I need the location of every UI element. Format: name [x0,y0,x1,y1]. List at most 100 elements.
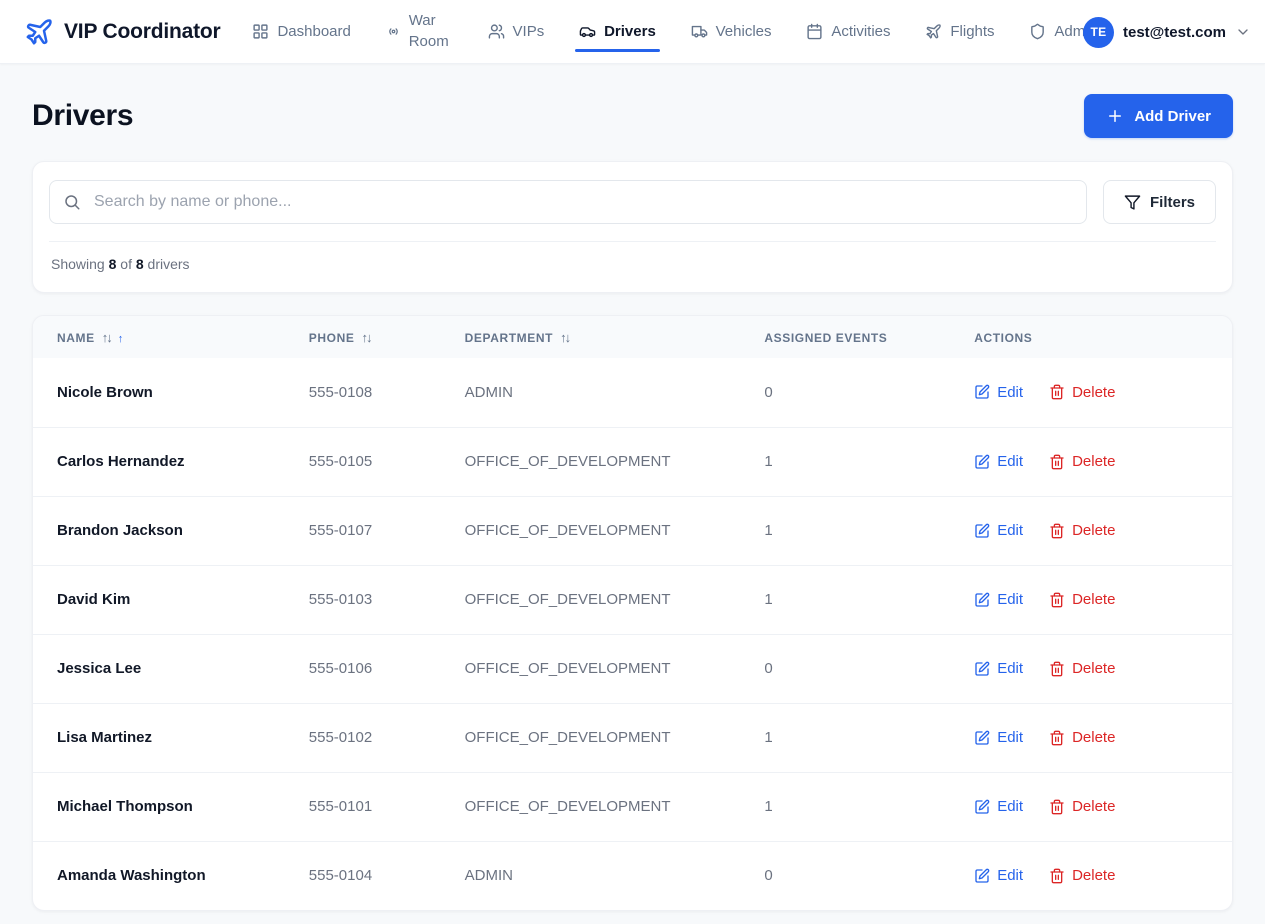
edit-driver-button[interactable]: Edit [974,453,1023,470]
driver-name: David Kim [33,565,285,634]
nav-item-activities[interactable]: Activities [804,19,892,44]
search-box [49,180,1087,224]
drivers-table: NAME ↑↓ ↑ PHONE ↑↓ DEPARTMENT↑↓ ASSIGNED EV… [33,316,1232,910]
row-actions: Edit Delete [974,660,1208,677]
driver-phone: 555-0102 [285,703,441,772]
sort-icon: ↑↓ [102,330,111,345]
driver-phone: 555-0108 [285,358,441,427]
column-header-phone[interactable]: PHONE ↑↓ [285,316,441,358]
driver-department: OFFICE_OF_DEVELOPMENT [441,427,741,496]
column-header-assigned-events: ASSIGNED EVENTS [740,316,950,358]
nav-item-war-room[interactable]: War Room [384,7,455,56]
driver-department: ADMIN [441,841,741,910]
column-label: PHONE [309,331,355,345]
driver-department: OFFICE_OF_DEVELOPMENT [441,772,741,841]
sort-asc-indicator: ↑ [118,333,124,345]
search-icon [63,193,81,211]
of-word: of [120,256,132,272]
add-driver-label: Add Driver [1134,108,1211,125]
delete-driver-button[interactable]: Delete [1049,660,1115,677]
results-count: Showing 8 of 8 drivers [49,241,1216,276]
page-header: Drivers Add Driver [32,94,1233,138]
delete-driver-button[interactable]: Delete [1049,798,1115,815]
driver-assigned-events: 0 [740,358,950,427]
edit-driver-button[interactable]: Edit [974,729,1023,746]
delete-driver-button[interactable]: Delete [1049,384,1115,401]
edit-driver-button[interactable]: Edit [974,591,1023,608]
drivers-table-card: NAME ↑↓ ↑ PHONE ↑↓ DEPARTMENT↑↓ ASSIGNED EV… [32,315,1233,911]
user-menu[interactable]: TE test@test.com [1083,0,1251,64]
edit-driver-button[interactable]: Edit [974,522,1023,539]
add-driver-button[interactable]: Add Driver [1084,94,1233,138]
driver-assigned-events: 1 [740,565,950,634]
showing-prefix: Showing [51,256,105,272]
driver-assigned-events: 1 [740,496,950,565]
driver-row: Amanda Washington 555-0104 ADMIN 0 Edit [33,841,1232,910]
delete-label: Delete [1072,660,1115,677]
nav-label: Activities [831,23,890,40]
nav-item-vehicles[interactable]: Vehicles [689,19,774,44]
drivers-page: Drivers Add Driver [0,64,1265,911]
radio-icon [386,24,401,39]
edit-label: Edit [997,867,1023,884]
delete-driver-button[interactable]: Delete [1049,729,1115,746]
driver-department: OFFICE_OF_DEVELOPMENT [441,565,741,634]
column-header-department[interactable]: DEPARTMENT↑↓ [441,316,741,358]
people-icon [488,23,505,40]
driver-phone: 555-0101 [285,772,441,841]
user-email: test@test.com [1123,24,1226,41]
edit-driver-button[interactable]: Edit [974,867,1023,884]
avatar[interactable]: TE [1083,17,1114,48]
delete-label: Delete [1072,453,1115,470]
filters-button[interactable]: Filters [1103,180,1216,224]
column-label: NAME [57,331,95,345]
row-actions: Edit Delete [974,453,1208,470]
edit-driver-button[interactable]: Edit [974,660,1023,677]
edit-pencil-icon [974,592,990,608]
filter-funnel-icon [1124,194,1141,211]
nav-item-drivers[interactable]: Drivers [577,19,658,44]
delete-driver-button[interactable]: Delete [1049,591,1115,608]
brand-name: VIP Coordinator [64,20,220,44]
column-label: DEPARTMENT [465,331,553,345]
driver-name: Michael Thompson [33,772,285,841]
nav-label: Vehicles [716,23,772,40]
column-label: ASSIGNED EVENTS [764,331,887,345]
nav-label: Flights [950,23,994,40]
chevron-down-icon[interactable] [1235,24,1251,40]
calendar-icon [806,23,823,40]
row-actions: Edit Delete [974,384,1208,401]
truck-icon [691,23,708,40]
nav-item-vips[interactable]: VIPs [486,19,547,44]
column-header-name[interactable]: NAME ↑↓ ↑ [33,316,285,358]
search-input[interactable] [49,180,1087,224]
trash-icon [1049,384,1065,400]
car-icon [579,23,596,40]
delete-driver-button[interactable]: Delete [1049,522,1115,539]
edit-pencil-icon [974,868,990,884]
driver-assigned-events: 1 [740,427,950,496]
delete-label: Delete [1072,729,1115,746]
edit-driver-button[interactable]: Edit [974,384,1023,401]
plane-logo-icon [24,17,54,47]
driver-phone: 555-0106 [285,634,441,703]
nav-item-dashboard[interactable]: Dashboard [250,19,352,44]
delete-label: Delete [1072,522,1115,539]
driver-assigned-events: 0 [740,841,950,910]
driver-department: OFFICE_OF_DEVELOPMENT [441,634,741,703]
delete-driver-button[interactable]: Delete [1049,867,1115,884]
edit-pencil-icon [974,661,990,677]
sort-icon: ↑↓ [361,330,370,345]
driver-assigned-events: 0 [740,634,950,703]
driver-name: Amanda Washington [33,841,285,910]
driver-name: Brandon Jackson [33,496,285,565]
nav-item-flights[interactable]: Flights [923,19,996,44]
driver-department: OFFICE_OF_DEVELOPMENT [441,496,741,565]
delete-driver-button[interactable]: Delete [1049,453,1115,470]
edit-driver-button[interactable]: Edit [974,798,1023,815]
total-count: 8 [136,256,144,272]
drivers-table-body: Nicole Brown 555-0108 ADMIN 0 Edit [33,358,1232,910]
plus-icon [1106,107,1124,125]
edit-pencil-icon [974,799,990,815]
row-actions: Edit Delete [974,729,1208,746]
